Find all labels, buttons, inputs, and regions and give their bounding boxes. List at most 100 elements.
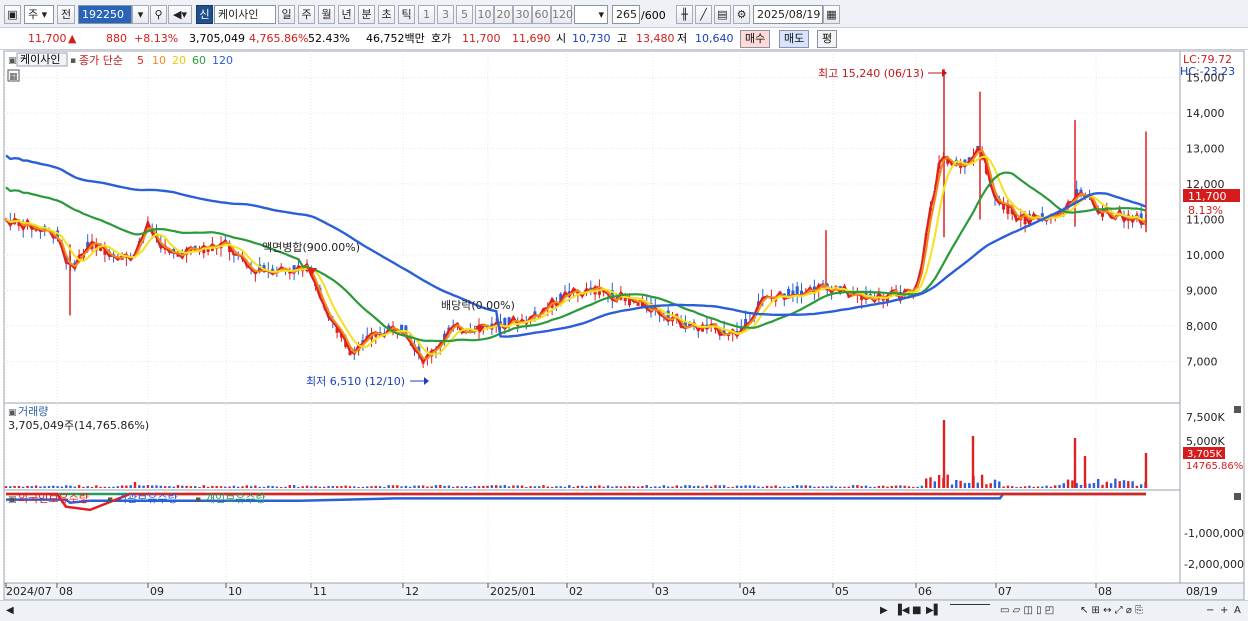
volume-bar (1036, 486, 1040, 488)
volume-bar (1105, 481, 1108, 488)
settings-gear-icon[interactable]: ⚙ (733, 5, 750, 24)
volume-bar (1079, 484, 1083, 488)
period-tick-button[interactable]: 틱 (398, 5, 415, 24)
ma-legend-120: 120 (212, 54, 233, 67)
volume-bar (912, 486, 915, 488)
auto-scale-icon[interactable]: A (1234, 604, 1241, 618)
chart-scrollbar[interactable]: ◀ ▶ ▐◀ ■ ▶▌ ▭ ▱ ◫ ▯ ◰ ↖ ⊞ ↔ ⤢ ⌀ ⎘ − + A (0, 600, 1248, 621)
interval-30-button[interactable]: 30 (513, 5, 532, 24)
x-label-1: 08 (59, 585, 73, 598)
volume-bar (99, 486, 102, 488)
x-label-13: 08 (1098, 585, 1112, 598)
scroll-right-icon[interactable]: ▶ (880, 604, 888, 618)
period-minute-button[interactable]: 분 (358, 5, 375, 24)
open-price: 10,730 (572, 32, 611, 45)
count-input[interactable]: 265 (612, 5, 640, 24)
volume-bar (800, 485, 803, 488)
interval-3-button[interactable]: 3 (437, 5, 454, 24)
period-second-button[interactable]: 초 (378, 5, 395, 24)
volume-bar (826, 486, 829, 488)
volume-pane-close-icon[interactable] (1234, 406, 1241, 413)
stock-chart[interactable]: ▣ 케이사인 ▪ 종가 단순 5 10 20 60 120 ▦ 최고 15,24… (0, 50, 1248, 600)
volume-bar (409, 486, 412, 488)
volume-bar (1015, 486, 1018, 488)
volume-bar (980, 474, 984, 488)
volume-bar (310, 486, 313, 488)
price-pane-stock-name: 케이사인 (20, 53, 60, 66)
holdings-pane-close-icon[interactable] (1234, 493, 1241, 500)
search-icon[interactable]: ⚲ (150, 5, 167, 24)
interval-120-button[interactable]: 120 (551, 5, 573, 24)
x-axis-right-label: 08/19 (1186, 585, 1218, 598)
stop-icon[interactable]: ■ (912, 604, 921, 618)
pane-menu-icon[interactable]: ▣ (8, 56, 17, 66)
date-input[interactable]: 2025/08/19 (753, 5, 823, 24)
zoom-out-icon[interactable]: − (1206, 604, 1214, 618)
volume-bar (95, 485, 98, 488)
volume-bar (125, 485, 128, 488)
period-day-button[interactable]: 일 (278, 5, 295, 24)
price-pane (3, 50, 1181, 404)
period-year-button[interactable]: 년 (338, 5, 355, 24)
first-page-icon[interactable]: ▐◀ (894, 604, 909, 618)
window-menu-icon[interactable]: ▣ (4, 5, 21, 24)
custom-interval-select[interactable]: ▾ (574, 5, 608, 24)
speaker-icon[interactable]: ◀▾ (168, 5, 192, 24)
volume-bar (194, 486, 197, 488)
volume-bar (1097, 478, 1100, 488)
volume-bar (391, 485, 395, 488)
volume-bar (1122, 480, 1126, 488)
last-page-icon[interactable]: ▶▌ (926, 604, 941, 618)
prev-button[interactable]: 전 (57, 5, 75, 24)
zoom-slider[interactable] (950, 604, 990, 605)
chart-type-icons[interactable]: ▭ ▱ ◫ ▯ ◰ (1000, 604, 1054, 618)
interval-10-button[interactable]: 10 (475, 5, 494, 24)
volume-spike-2 (1073, 438, 1077, 488)
period-month-button[interactable]: 월 (318, 5, 335, 24)
volume-bar (335, 486, 339, 488)
period-select[interactable]: 주 ▾ (24, 5, 54, 24)
volume-bar (202, 485, 205, 488)
volume-bar (288, 485, 291, 488)
volume-bar (185, 485, 188, 488)
buy-button[interactable]: 매수 (740, 30, 771, 48)
volume-bar (361, 486, 365, 488)
save-icon[interactable]: ▤ (714, 5, 731, 24)
volume-bar (469, 486, 472, 488)
holdings-pane-menu-icon[interactable]: ▣ (8, 495, 17, 505)
interval-1-button[interactable]: 1 (418, 5, 435, 24)
volume-bar (232, 485, 236, 488)
calendar-icon[interactable]: ▦ (823, 5, 840, 24)
code-dropdown-icon[interactable]: ▾ (132, 5, 149, 24)
volume-bar (327, 485, 330, 488)
volume-bar (843, 486, 846, 488)
volume-bar (864, 485, 868, 488)
volume-bar (937, 475, 941, 488)
volume-bar (572, 486, 575, 488)
interval-20-button[interactable]: 20 (494, 5, 513, 24)
volume-bar (550, 486, 554, 488)
volume-bar (1058, 485, 1061, 488)
volume-bar (520, 485, 524, 488)
price-change: 880 (106, 32, 127, 45)
interval-120-label: 120 (552, 8, 573, 21)
stock-code-input[interactable]: 192250 (78, 5, 132, 24)
interval-60-button[interactable]: 60 (532, 5, 551, 24)
tool-icons[interactable]: ↖ ⊞ ↔ ⤢ ⌀ ⎘ (1080, 604, 1143, 618)
volume-bar (155, 485, 158, 488)
volume-bar (142, 485, 145, 488)
chart-toolbar: ▣ 주 ▾ 전 192250 ▾ ⚲ ◀▾ 신 케이사인 일 주 월 년 분 초… (0, 0, 1248, 28)
evaluation-button[interactable]: 평 (817, 30, 838, 48)
volume-bar (856, 485, 859, 488)
candle-type-icon[interactable]: ╫ (676, 5, 693, 24)
volume-bar (1071, 480, 1074, 488)
stock-name-field[interactable]: 케이사인 (214, 5, 276, 24)
sell-button[interactable]: 매도 (779, 30, 810, 48)
period-week-button[interactable]: 주 (298, 5, 315, 24)
scroll-left-icon[interactable]: ◀ (6, 604, 14, 618)
draw-line-icon[interactable]: ╱ (695, 5, 712, 24)
zoom-in-icon[interactable]: + (1220, 604, 1228, 618)
volume-spike-3 (1083, 456, 1087, 488)
interval-5-button[interactable]: 5 (456, 5, 473, 24)
volume-pane-menu-icon[interactable]: ▣ (8, 408, 17, 418)
